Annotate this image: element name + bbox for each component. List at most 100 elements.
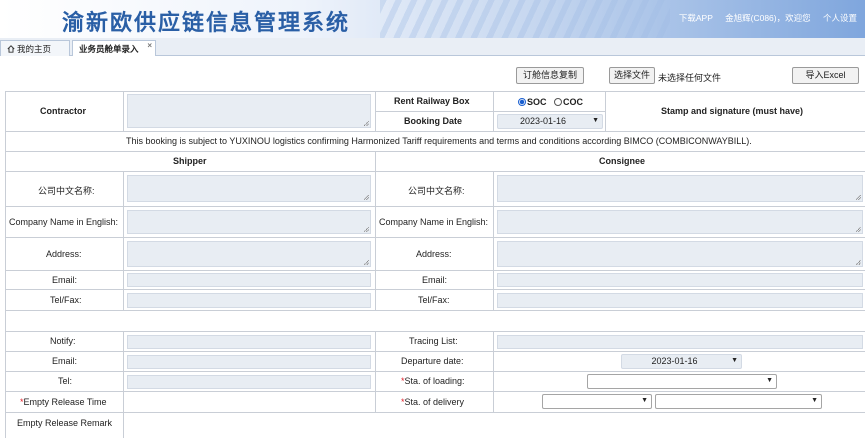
departure-field-cell: 2023-01-16 ▼ bbox=[494, 352, 865, 372]
consignee-telfax-label: Tel/Fax: bbox=[418, 295, 450, 305]
shipper-en-field-cell bbox=[124, 207, 376, 238]
departure-date-value: 2023-01-16 bbox=[651, 356, 698, 366]
notify-email-label: Email: bbox=[52, 356, 78, 366]
shipper-email-field-cell bbox=[124, 271, 376, 290]
shipper-email-input[interactable] bbox=[127, 273, 371, 287]
shipper-address-label-cell: Address: bbox=[6, 238, 124, 271]
notify-tel-label: Tel: bbox=[58, 376, 73, 386]
tab-bar: 我的主页 业务员舱单录入 × bbox=[0, 38, 865, 56]
release-remark-label-cell: Empty Release Remark bbox=[6, 413, 124, 438]
home-icon bbox=[7, 45, 15, 53]
booking-date-value: 2023-01-16 bbox=[519, 116, 567, 126]
notify-tel-label-cell: Tel: bbox=[6, 372, 124, 392]
consignee-cn-label-cell: 公司中文名称: bbox=[376, 172, 494, 207]
choose-file-button[interactable]: 选择文件 bbox=[609, 67, 655, 84]
tracing-field-cell bbox=[494, 332, 865, 352]
empty-release-time-text: Empty Release Time bbox=[23, 397, 107, 407]
empty-release-remark-label: Empty Release Remark bbox=[17, 418, 113, 428]
shipper-email-label: Email: bbox=[52, 275, 78, 285]
spacer-row bbox=[6, 311, 865, 332]
release-time-label-cell: *Empty Release Time bbox=[6, 392, 124, 413]
shipper-tel-label-cell: Tel/Fax: bbox=[6, 290, 124, 311]
sta-delivery-country-select[interactable]: ▼ bbox=[542, 394, 652, 409]
tab-home[interactable]: 我的主页 bbox=[0, 40, 70, 56]
chevron-down-icon: ▼ bbox=[766, 377, 773, 384]
notice-cell: This booking is subject to YUXINOU logis… bbox=[6, 132, 865, 152]
tab-booking-entry[interactable]: 业务员舱单录入 × bbox=[72, 40, 156, 56]
chevron-down-icon: ▼ bbox=[592, 117, 599, 124]
copy-booking-button[interactable]: 订舱信息复制 bbox=[516, 67, 584, 84]
loading-field-cell: ▼ bbox=[494, 372, 865, 392]
consignee-cn-name-label: 公司中文名称: bbox=[408, 186, 465, 196]
soc-radio[interactable] bbox=[518, 98, 526, 106]
booking-date-cell: 2023-01-16 ▼ bbox=[494, 112, 606, 132]
booking-date-select[interactable]: 2023-01-16 ▼ bbox=[497, 114, 603, 129]
coc-radio[interactable] bbox=[554, 98, 562, 106]
consignee-cn-field-cell bbox=[494, 172, 865, 207]
sta-delivery-city-select[interactable]: ▼ bbox=[655, 394, 822, 409]
shipper-address-input[interactable] bbox=[127, 241, 371, 267]
notify-email-input[interactable] bbox=[127, 355, 371, 369]
consignee-en-label-cell: Company Name in English: bbox=[376, 207, 494, 238]
personal-settings-link[interactable]: 个人设置 bbox=[823, 13, 857, 23]
consignee-email-field-cell bbox=[494, 271, 865, 290]
notify-email-label-cell: Email: bbox=[6, 352, 124, 372]
shipper-cn-field-cell bbox=[124, 172, 376, 207]
download-app-link[interactable]: 下载APP bbox=[679, 13, 713, 23]
notify-label-cell: Notify: bbox=[6, 332, 124, 352]
sta-delivery-label: *Sta. of delivery bbox=[401, 397, 464, 407]
consignee-address-field-cell bbox=[494, 238, 865, 271]
shipper-address-field-cell bbox=[124, 238, 376, 271]
shipper-en-name-input[interactable] bbox=[127, 210, 371, 234]
shipper-cn-name-input[interactable] bbox=[127, 175, 371, 202]
departure-date-select[interactable]: 2023-01-16 ▼ bbox=[621, 354, 742, 369]
tracing-list-input[interactable] bbox=[497, 335, 863, 349]
release-remark-field-cell[interactable] bbox=[124, 413, 865, 438]
chevron-down-icon: ▼ bbox=[641, 397, 648, 404]
header-decoration bbox=[380, 0, 670, 38]
booking-date-label-cell: Booking Date bbox=[376, 112, 494, 132]
release-time-field-cell bbox=[124, 392, 376, 413]
app-header: 渝新欧供应链信息管理系统 下载APP 金旭辉(C086)，欢迎您 个人设置 bbox=[0, 0, 865, 38]
import-excel-button[interactable]: 导入Excel bbox=[792, 67, 859, 84]
contractor-input[interactable] bbox=[127, 94, 371, 128]
contractor-label-cell: Contractor bbox=[6, 92, 124, 132]
consignee-email-input[interactable] bbox=[497, 273, 863, 287]
empty-release-time-label: *Empty Release Time bbox=[20, 397, 107, 407]
consignee-en-field-cell bbox=[494, 207, 865, 238]
consignee-tel-field-cell bbox=[494, 290, 865, 311]
rent-box-options-cell: SOC COC bbox=[494, 92, 606, 112]
consignee-address-input[interactable] bbox=[497, 241, 863, 267]
contractor-field-cell bbox=[124, 92, 376, 132]
delivery-label-cell: *Sta. of delivery bbox=[376, 392, 494, 413]
notify-email-field-cell bbox=[124, 352, 376, 372]
consignee-header-cell: Consignee bbox=[376, 152, 865, 172]
stamp-label: Stamp and signature (must have) bbox=[661, 106, 804, 116]
sta-loading-select[interactable]: ▼ bbox=[587, 374, 777, 389]
no-file-text: 未选择任何文件 bbox=[658, 73, 722, 83]
header-links: 下载APP 金旭辉(C086)，欢迎您 个人设置 bbox=[669, 12, 857, 24]
chevron-down-icon: ▼ bbox=[811, 397, 818, 404]
close-icon[interactable]: × bbox=[147, 41, 152, 50]
notify-tel-field-cell bbox=[124, 372, 376, 392]
booking-notice: This booking is subject to YUXINOU logis… bbox=[126, 136, 752, 146]
stamp-cell: Stamp and signature (must have) bbox=[606, 92, 865, 132]
soc-label: SOC bbox=[527, 97, 547, 107]
shipper-address-label: Address: bbox=[46, 249, 82, 259]
shipper-header-cell: Shipper bbox=[6, 152, 376, 172]
consignee-address-label-cell: Address: bbox=[376, 238, 494, 271]
booking-form: Contractor Rent Railway Box SOC COC Stam… bbox=[5, 91, 865, 438]
user-welcome: 金旭辉(C086)，欢迎您 bbox=[725, 13, 811, 23]
consignee-telfax-input[interactable] bbox=[497, 293, 863, 308]
notify-tel-input[interactable] bbox=[127, 375, 371, 389]
coc-label: COC bbox=[563, 97, 583, 107]
consignee-en-name-input[interactable] bbox=[497, 210, 863, 234]
delivery-field-cell: ▼ ▼ bbox=[494, 392, 865, 413]
shipper-telfax-input[interactable] bbox=[127, 293, 371, 308]
contractor-label: Contractor bbox=[40, 106, 87, 116]
tab-booking-entry-label: 业务员舱单录入 bbox=[79, 44, 139, 54]
chevron-down-icon: ▼ bbox=[731, 357, 738, 364]
consignee-cn-name-input[interactable] bbox=[497, 175, 863, 202]
shipper-en-label-cell: Company Name in English: bbox=[6, 207, 124, 238]
notify-input[interactable] bbox=[127, 335, 371, 349]
